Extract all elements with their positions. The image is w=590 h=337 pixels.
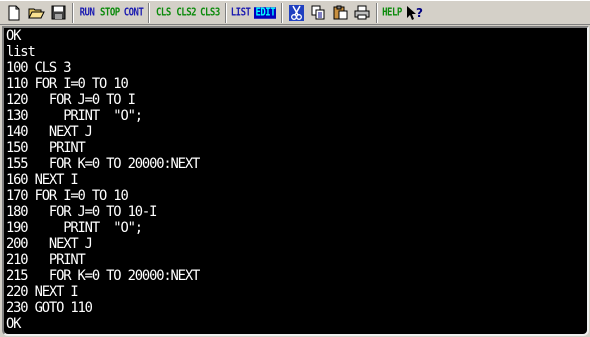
screen-line: 230 GOTO 110	[6, 300, 93, 316]
cont-button[interactable]: CONT	[123, 2, 145, 24]
screen-line: 110 FOR I=0 TO 10	[6, 76, 129, 92]
edit-label: EDIT	[254, 6, 277, 19]
cut-button[interactable]	[286, 2, 306, 24]
paste-icon	[333, 5, 348, 20]
stop-label: STOP	[100, 6, 120, 19]
list-label: LIST	[230, 6, 251, 19]
screen-line: 100 CLS 3	[6, 60, 72, 76]
screen-line: 215 FOR K=0 TO 20000:NEXT	[6, 268, 200, 284]
cls2-label: CLS2	[176, 6, 197, 19]
new-file-icon	[8, 5, 20, 20]
open-folder-icon	[27, 8, 45, 19]
edit-button[interactable]: EDIT	[253, 2, 277, 24]
cut-scissors-icon	[288, 4, 304, 21]
screen-text: OK list 100 CLS 3 110 FOR I=0 TO 10 120 FOR …	[6, 28, 200, 332]
copy-button[interactable]	[308, 2, 328, 24]
screen-line: 150 PRINT	[6, 140, 86, 156]
cls2-button[interactable]: CLS2	[175, 2, 197, 24]
screen-line: 160 NEXT I	[6, 172, 79, 188]
print-button[interactable]	[352, 2, 372, 24]
cont-label: CONT	[123, 6, 144, 19]
save-button[interactable]	[48, 2, 68, 24]
context-help-button[interactable]: ?	[405, 2, 425, 24]
screen-line: list	[6, 44, 36, 60]
cls3-label: CLS3	[200, 6, 220, 19]
toolbar-separator	[148, 2, 151, 23]
list-button[interactable]: LIST	[230, 2, 252, 24]
copy-icon	[311, 5, 325, 20]
screen-line: 130 PRINT "O";	[6, 108, 143, 124]
save-disk-icon	[51, 5, 65, 20]
context-help-icon: ?	[406, 5, 423, 20]
screen-line: 190 PRINT "O";	[6, 220, 143, 236]
screen-line: OK	[6, 28, 21, 44]
stop-button[interactable]: STOP	[99, 2, 121, 24]
basic-interpreter-window: RUN STOP CONT CLS CLS2 CLS3 LIST EDIT HE…	[0, 0, 590, 337]
cls3-button[interactable]: CLS3	[199, 2, 221, 24]
toolbar-separator	[224, 2, 227, 23]
toolbar: RUN STOP CONT CLS CLS2 CLS3 LIST EDIT HE…	[0, 0, 590, 25]
open-button[interactable]	[26, 2, 46, 24]
screen-line: 220 NEXT I	[6, 284, 79, 300]
new-button[interactable]	[4, 2, 24, 24]
toolbar-separator	[281, 2, 284, 23]
screen-line: OK	[6, 316, 21, 332]
svg-text:?: ?	[416, 6, 423, 20]
screen-line: 200 NEXT J	[6, 236, 93, 252]
run-label: RUN	[79, 6, 95, 19]
cls-label: CLS	[155, 6, 171, 19]
help-button[interactable]: HELP	[381, 2, 403, 24]
screen-line: 120 FOR J=0 TO I	[6, 92, 136, 108]
cls-button[interactable]: CLS	[153, 2, 173, 24]
print-icon	[354, 5, 370, 20]
screen-line: 180 FOR J=0 TO 10-I	[6, 204, 157, 220]
paste-button[interactable]	[330, 2, 350, 24]
screen-line: 155 FOR K=0 TO 20000:NEXT	[6, 156, 200, 172]
help-label: HELP	[382, 6, 402, 19]
basic-screen[interactable]: OK list 100 CLS 3 110 FOR I=0 TO 10 120 FOR …	[2, 26, 589, 336]
screen-line: 140 NEXT J	[6, 124, 93, 140]
screen-line: 170 FOR I=0 TO 10	[6, 188, 129, 204]
toolbar-separator	[72, 2, 74, 23]
toolbar-separator	[376, 2, 379, 23]
run-button[interactable]: RUN	[77, 2, 97, 24]
screen-line: 210 PRINT	[6, 252, 86, 268]
